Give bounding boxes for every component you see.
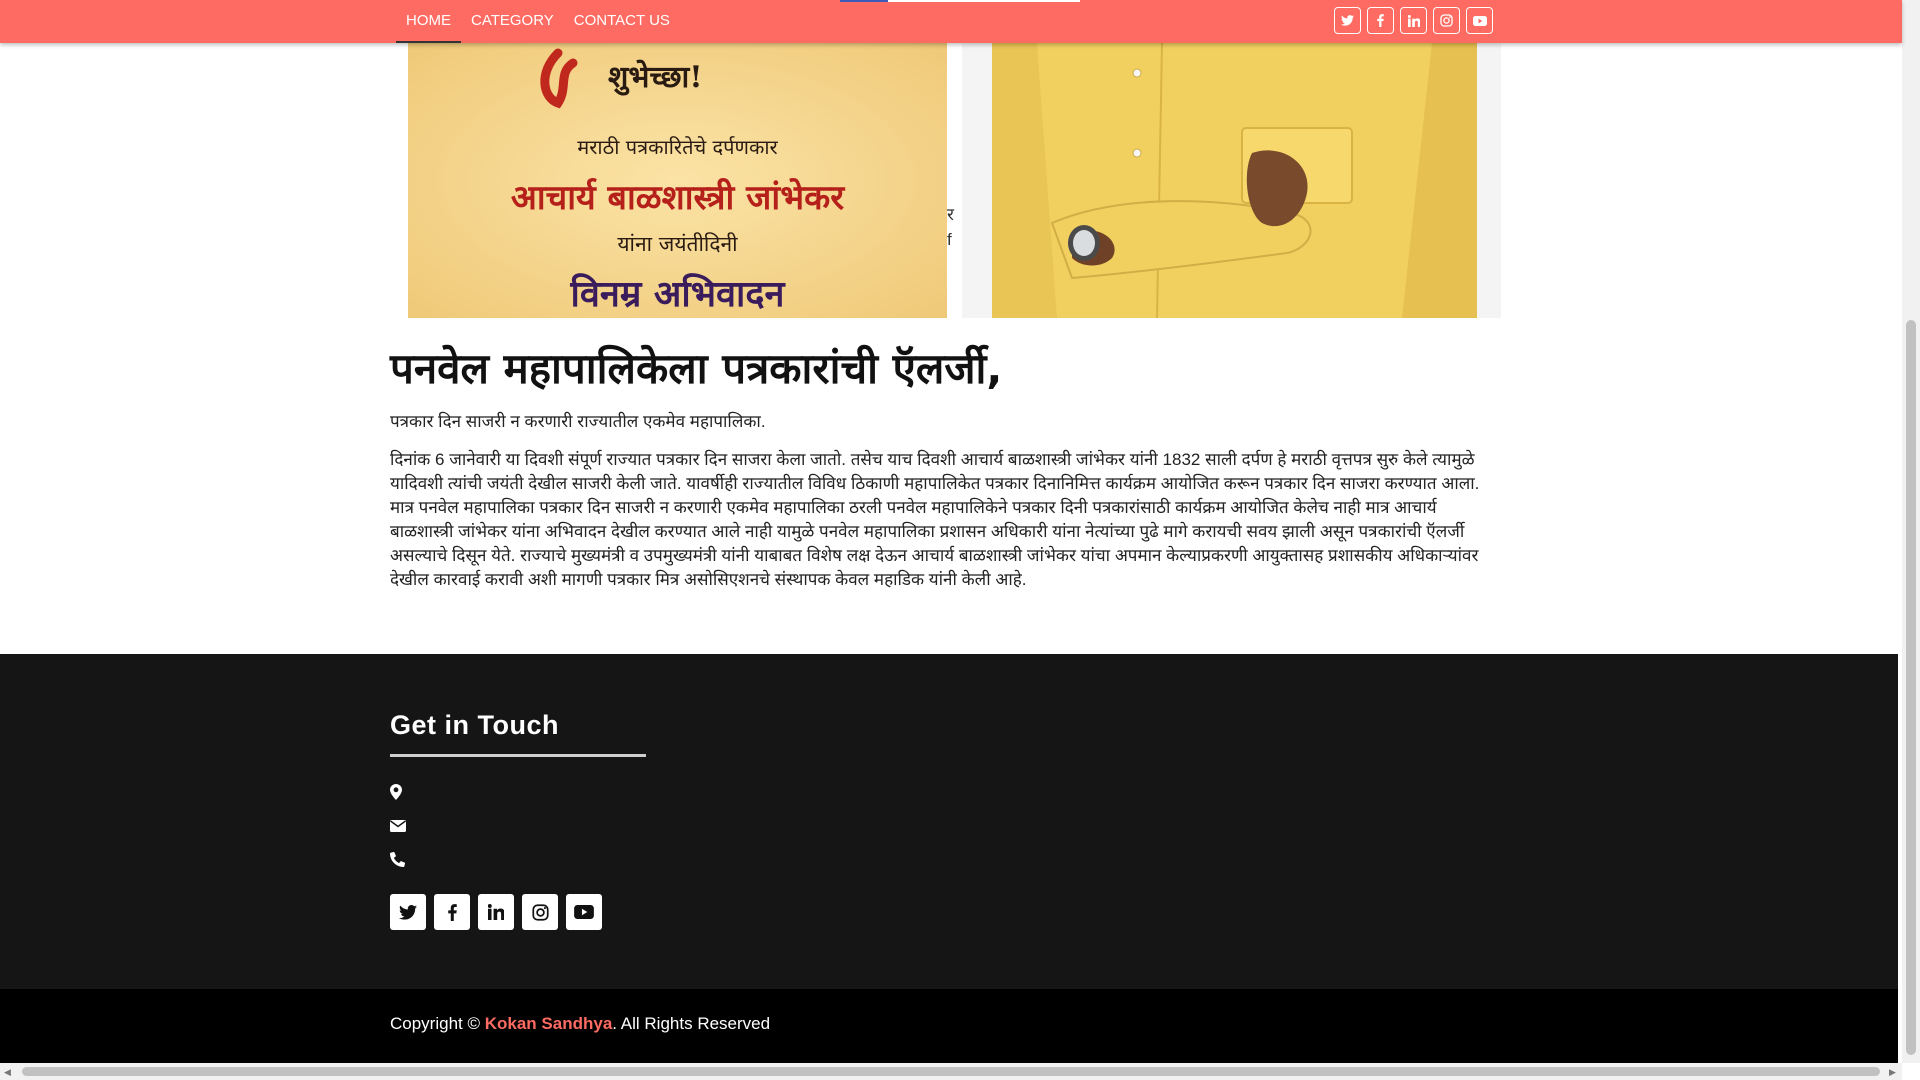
linkedin-icon[interactable] [1400,7,1427,34]
hero-image-right [962,43,1501,318]
nav-category-link[interactable]: CATEGORY [461,0,564,43]
horizontal-scrollbar-thumb[interactable] [22,1067,1880,1076]
footer-address-row [390,783,690,805]
envelope-icon [390,819,406,837]
article-subtitle: पत्रकार दिन साजरी न करणारी राज्यातील एकम… [390,412,766,431]
twitter-icon[interactable] [390,894,426,930]
scroll-right-arrow-icon[interactable]: ▶ [1889,1066,1896,1078]
top-social-links [1334,7,1493,34]
peek-line: र f [947,205,954,249]
copyright-text: Copyright © Kokan Sandhya. All Rights Re… [390,1014,770,1034]
hero-left-line3: आचार्य बाळशास्त्री जांभेकर [510,178,845,218]
footer: Get in Touch [0,654,1898,989]
facebook-icon[interactable] [1367,7,1394,34]
footer-heading-underline [390,754,646,757]
vertical-scrollbar[interactable] [1902,0,1920,1063]
hero-image-left: शुभेच्छा! मराठी पत्रकारितेचे दर्पणकार आच… [408,43,947,318]
copyright-prefix: Copyright © [390,1014,485,1033]
vertical-scrollbar-thumb[interactable] [1906,320,1916,1055]
map-marker-icon [390,783,402,805]
article-title: पनवेल महापालिकेला पत्रकारांची ऍलर्जी, [390,344,1003,393]
hero-left-line4: यांना जयंतीदिनी [617,232,738,256]
footer-phone-row [390,851,690,872]
nav-home-link[interactable]: HOME [396,0,461,43]
main-nav: HOME CATEGORY CONTACT US [396,0,680,43]
brand-link[interactable]: Kokan Sandhya [485,1014,613,1033]
phone-icon [390,851,406,872]
footer-social-links [390,894,602,930]
hero-left-line5: विनम्र अभिवादन [570,273,785,315]
man-in-yellow-shirt-photo [962,43,1501,318]
copyright-bar: Copyright © Kokan Sandhya. All Rights Re… [0,989,1898,1063]
scroll-left-arrow-icon[interactable]: ◀ [4,1066,11,1078]
instagram-icon[interactable] [1433,7,1460,34]
nav-contact-us-link[interactable]: CONTACT US [564,0,680,43]
youtube-icon[interactable] [1466,7,1493,34]
footer-email-row [390,818,690,838]
reading-progress-fill [840,0,888,2]
article-body: दिनांक 6 जानेवारी या दिवशी संपूर्ण राज्य… [390,450,1480,589]
reading-progress-bar [840,0,1080,2]
instagram-icon[interactable] [522,894,558,930]
linkedin-icon[interactable] [478,894,514,930]
copyright-suffix: . All Rights Reserved [612,1014,771,1033]
youtube-icon[interactable] [566,894,602,930]
hero-left-line1: शुभेच्छा! [608,60,703,95]
footer-heading: Get in Touch [390,710,559,740]
hidden-text-peek: र f ov [947,202,962,252]
facebook-icon[interactable] [434,894,470,930]
hero-left-line2: मराठी पत्रकारितेचे दर्पणकार [577,135,778,159]
twitter-icon[interactable] [1334,7,1361,34]
top-navbar: HOME CATEGORY CONTACT US [0,0,1902,43]
horizontal-scrollbar[interactable]: ◀ ▶ [0,1063,1902,1080]
